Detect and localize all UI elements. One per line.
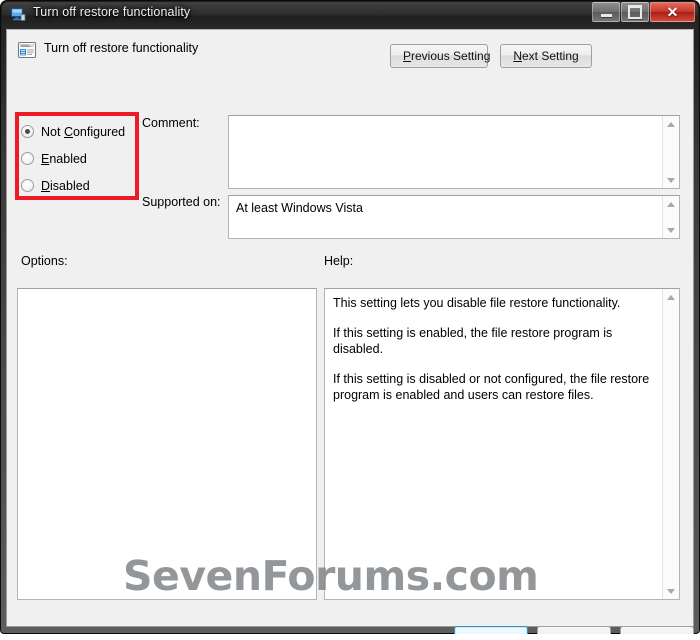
maximize-button[interactable] xyxy=(621,2,649,22)
radio-dot-icon xyxy=(21,179,34,192)
radio-dot-icon xyxy=(21,125,34,138)
scroll-up-icon[interactable] xyxy=(663,196,679,212)
radio-not-configured[interactable]: Not Configured xyxy=(21,118,141,145)
previous-setting-label: Previous Setting xyxy=(403,49,491,63)
close-button[interactable]: ✕ xyxy=(650,2,695,22)
options-pane[interactable] xyxy=(17,288,317,600)
radio-disabled-label: Disabled xyxy=(41,178,90,193)
next-setting-label: Next Setting xyxy=(513,49,579,63)
options-label: Options: xyxy=(21,254,68,268)
radio-dot-icon xyxy=(21,152,34,165)
supported-on-scrollbar[interactable] xyxy=(662,196,679,238)
next-setting-button[interactable]: Next Setting xyxy=(500,44,592,68)
help-pane[interactable]: This setting lets you disable file resto… xyxy=(324,288,680,600)
help-paragraph: If this setting is enabled, the file res… xyxy=(333,326,613,356)
maximize-icon xyxy=(622,3,648,21)
minimize-button[interactable] xyxy=(592,2,620,22)
scroll-down-icon[interactable] xyxy=(663,172,679,188)
policy-setting-icon xyxy=(17,41,37,59)
scroll-down-icon[interactable] xyxy=(663,583,679,599)
comment-label: Comment: xyxy=(142,116,200,130)
previous-setting-button[interactable]: Previous Setting xyxy=(390,44,491,68)
scroll-up-icon[interactable] xyxy=(663,116,679,132)
radio-enabled[interactable]: Enabled xyxy=(21,145,141,172)
titlebar[interactable]: Turn off restore functionality ✕ xyxy=(0,0,700,29)
radio-not-configured-label: Not Configured xyxy=(41,124,126,139)
supported-on-label: Supported on: xyxy=(142,195,221,209)
help-scrollbar[interactable] xyxy=(662,289,679,599)
radio-disabled[interactable]: Disabled xyxy=(21,172,141,199)
screenshot-root: Turn off restore functionality ✕ Turn of… xyxy=(0,0,700,640)
help-paragraph: This setting lets you disable file resto… xyxy=(333,296,621,310)
policy-title: Turn off restore functionality xyxy=(44,41,199,55)
dialog-client-area: Turn off restore functionality Previous … xyxy=(6,29,694,640)
page-bottom-edge xyxy=(0,634,700,640)
radio-enabled-label: Enabled xyxy=(41,151,87,166)
close-icon: ✕ xyxy=(651,3,694,21)
supported-on-textbox[interactable]: At least Windows Vista xyxy=(228,195,680,239)
window-controls: ✕ xyxy=(592,2,695,22)
help-pane-content: This setting lets you disable file resto… xyxy=(333,295,657,403)
help-paragraph: If this setting is disabled or not confi… xyxy=(333,372,650,402)
close-glyph: ✕ xyxy=(666,4,679,20)
computer-monitor-icon xyxy=(11,8,26,21)
policy-state-radio-group: Not Configured Enabled Disabled xyxy=(21,118,141,199)
comment-scrollbar[interactable] xyxy=(662,116,679,188)
comment-textbox[interactable] xyxy=(228,115,680,189)
scroll-down-icon[interactable] xyxy=(663,222,679,238)
scroll-up-icon[interactable] xyxy=(663,289,679,305)
window-title: Turn off restore functionality xyxy=(33,5,191,19)
help-label: Help: xyxy=(324,254,354,268)
supported-on-value: At least Windows Vista xyxy=(236,201,363,215)
minimize-icon xyxy=(593,3,619,21)
